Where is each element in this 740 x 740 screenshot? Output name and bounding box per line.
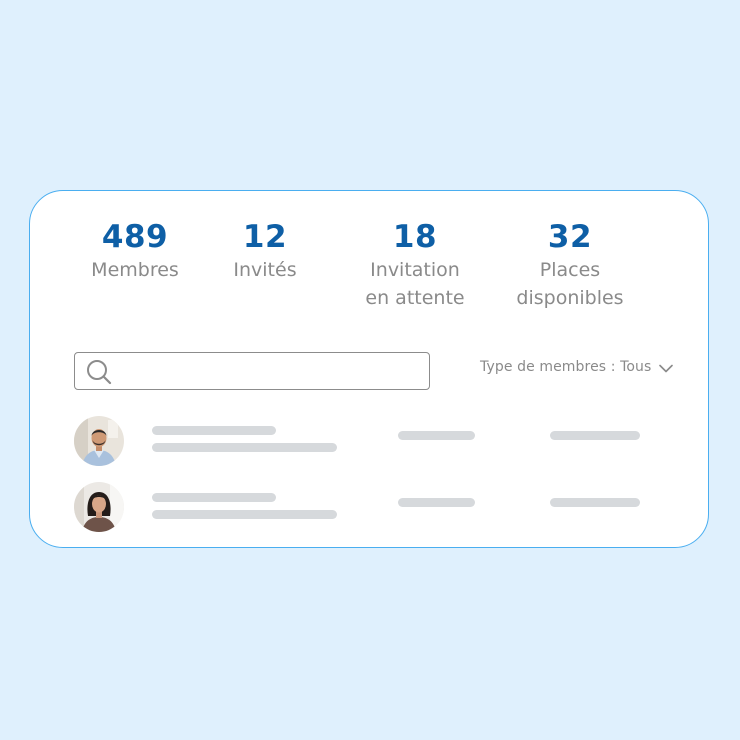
stat-pending-label: Invitation en attente [365,259,465,309]
stat-available-value: 32 [547,219,593,255]
man-avatar-photo [74,416,124,466]
search-icon [87,360,112,385]
stat-members: 489 Membres [91,219,179,284]
chevron-down-icon [659,364,674,373]
member-type-filter-label: Type de membres : Tous [480,359,652,375]
member-row[interactable] [74,482,670,534]
stat-pending-invitations: 18 Invitation en attente [365,219,464,312]
type-placeholder-bar [398,431,475,440]
stat-pending-value: 18 [392,219,438,255]
member-type-filter[interactable]: Type de membres : Tous [480,359,674,375]
stat-members-label: Membres [91,259,179,281]
woman-avatar-photo [74,482,124,532]
members-summary-card: 489 Membres 12 Invités 18 Invitation en … [29,190,709,548]
name-placeholder-bar [152,426,276,435]
type-placeholder-bar [398,498,475,507]
name-placeholder-bar [152,493,276,502]
email-placeholder-bar [152,443,337,452]
stat-available-label: Places disponibles [516,259,624,309]
stat-invited-label: Invités [233,259,297,281]
stat-invited-value: 12 [242,219,288,255]
stat-members-value: 489 [101,219,169,255]
search-input[interactable] [119,357,423,385]
status-placeholder-bar [550,498,640,507]
status-placeholder-bar [550,431,640,440]
email-placeholder-bar [152,510,337,519]
member-row[interactable] [74,416,670,468]
stat-invited: 12 Invités [233,219,296,284]
stat-available-seats: 32 Places disponibles [516,219,623,312]
search-box[interactable] [74,352,430,390]
